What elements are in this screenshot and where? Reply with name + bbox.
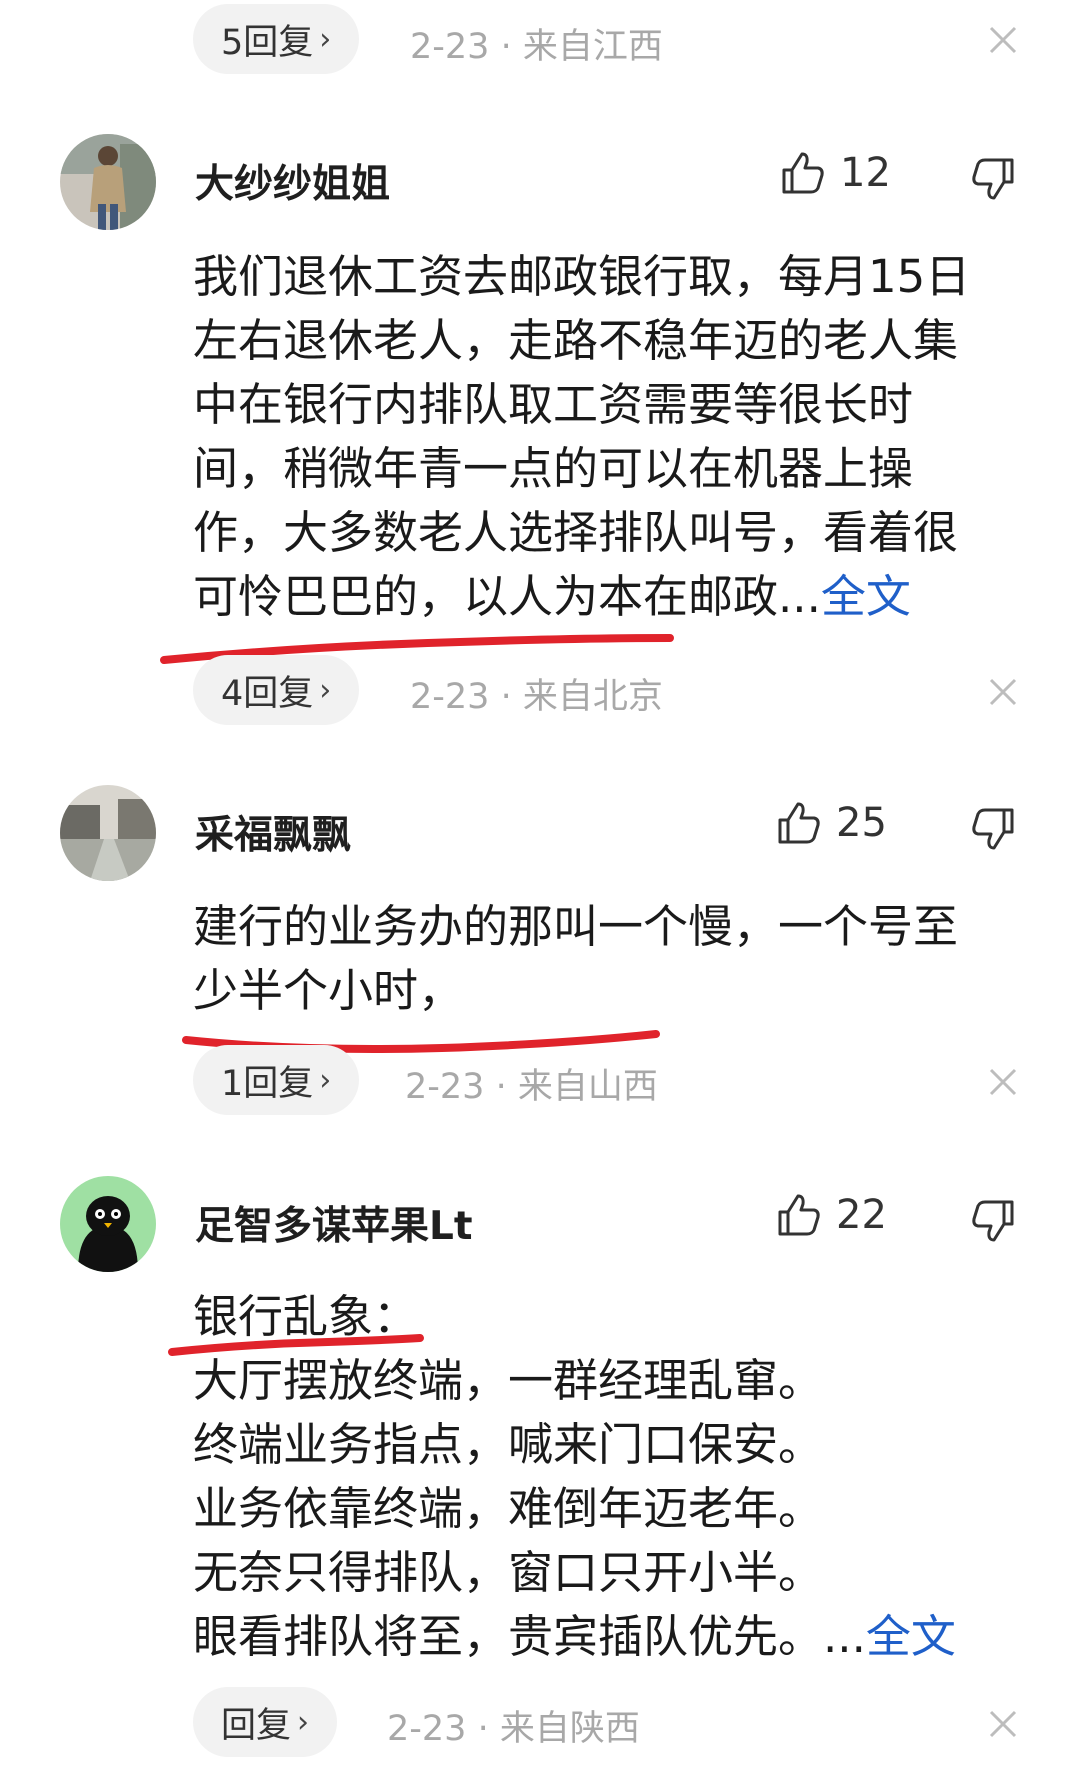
- comment-date: 2-23: [410, 677, 490, 717]
- meta-separator: ·: [500, 27, 512, 67]
- comment-meta: 2-23 · 来自山西: [405, 1058, 658, 1109]
- comment-meta: 2-23 · 来自北京: [410, 668, 663, 719]
- comment-location: 来自江西: [522, 27, 663, 67]
- reply-count-button[interactable]: 回复 ›: [193, 1687, 338, 1757]
- close-icon[interactable]: [988, 677, 1018, 707]
- reply-count-button[interactable]: 1回复 ›: [193, 1045, 360, 1115]
- comment-meta: 2-23 · 来自陕西: [387, 1700, 640, 1751]
- expand-full-text-link[interactable]: 全文: [866, 1610, 956, 1663]
- comment-body: 建行的业务办的那叫一个慢，一个号至 少半个小时，: [193, 895, 1023, 1023]
- comment-line: 中在银行内排队取工资需要等很长时: [193, 378, 914, 431]
- thumbs-down-icon[interactable]: [970, 1198, 1016, 1244]
- username[interactable]: 足智多谋苹果Lt: [195, 1195, 473, 1251]
- thumbs-up-icon: [778, 1194, 820, 1236]
- reply-count-label: 5回复: [221, 22, 314, 63]
- like-button[interactable]: 22: [776, 1192, 887, 1238]
- comment-meta: 2-23 · 来自江西: [410, 18, 663, 69]
- comment-line: 眼看排队将至，贵宾插队优先。...: [193, 1610, 866, 1663]
- meta-separator: ·: [495, 1067, 507, 1107]
- comment-line: 业务依靠终端，难倒年迈老年。: [193, 1482, 824, 1535]
- thumbs-down-icon[interactable]: [970, 156, 1016, 202]
- like-count: 25: [836, 800, 887, 846]
- comment-line: 作，大多数老人选择排队叫号，看着很: [193, 506, 959, 559]
- like-button[interactable]: 12: [780, 150, 891, 196]
- comment-line: 我们退休工资去邮政银行取，每月15日: [193, 250, 971, 303]
- like-count: 22: [836, 1192, 887, 1238]
- chevron-right-icon: ›: [297, 1704, 310, 1740]
- comment-location: 来自山西: [517, 1067, 658, 1107]
- comment-date: 2-23: [410, 27, 490, 67]
- reply-count-label: 回复: [221, 1705, 292, 1746]
- thumbs-up-icon: [778, 802, 820, 844]
- comment-line: 终端业务指点，喊来门口保安。: [193, 1418, 824, 1471]
- comment-location: 来自陕西: [499, 1709, 640, 1749]
- comment-line: 左右退休老人，走路不稳年迈的老人集: [193, 314, 959, 367]
- reply-count-label: 4回复: [221, 673, 314, 714]
- comment-line: 可怜巴巴的，以人为本在邮政...: [193, 570, 821, 623]
- reply-count-button[interactable]: 4回复 ›: [193, 655, 360, 725]
- comment-date: 2-23: [387, 1709, 467, 1749]
- close-icon[interactable]: [988, 1709, 1018, 1739]
- like-count: 12: [840, 150, 891, 196]
- comment-date: 2-23: [405, 1067, 485, 1107]
- avatar[interactable]: [60, 1176, 156, 1272]
- chevron-right-icon: ›: [319, 672, 332, 708]
- comment-body: 我们退休工资去邮政银行取，每月15日 左右退休老人，走路不稳年迈的老人集 中在银…: [193, 245, 1023, 629]
- comment-location: 来自北京: [522, 677, 663, 717]
- avatar[interactable]: [60, 134, 156, 230]
- username[interactable]: 采福飘飘: [195, 804, 351, 860]
- expand-full-text-link[interactable]: 全文: [821, 570, 911, 623]
- avatar[interactable]: [60, 785, 156, 881]
- thumbs-down-icon[interactable]: [970, 806, 1016, 852]
- username[interactable]: 大纱纱姐姐: [195, 153, 390, 209]
- comment-line: 无奈只得排队，窗口只开小半。: [193, 1546, 824, 1599]
- chevron-right-icon: ›: [319, 21, 332, 57]
- close-icon[interactable]: [988, 1067, 1018, 1097]
- like-button[interactable]: 25: [776, 800, 887, 846]
- comment-line: 少半个小时，: [193, 964, 464, 1017]
- thumbs-up-icon: [782, 152, 824, 194]
- red-underline-annotation: [168, 1334, 424, 1356]
- meta-separator: ·: [500, 677, 512, 717]
- comment-line: 间，稍微年青一点的可以在机器上操: [193, 442, 914, 495]
- reply-count-label: 1回复: [221, 1063, 314, 1104]
- close-icon[interactable]: [988, 25, 1018, 55]
- comment-line: 建行的业务办的那叫一个慢，一个号至: [193, 900, 959, 953]
- reply-count-button[interactable]: 5回复 ›: [193, 4, 360, 74]
- chevron-right-icon: ›: [319, 1062, 332, 1098]
- meta-separator: ·: [477, 1709, 489, 1749]
